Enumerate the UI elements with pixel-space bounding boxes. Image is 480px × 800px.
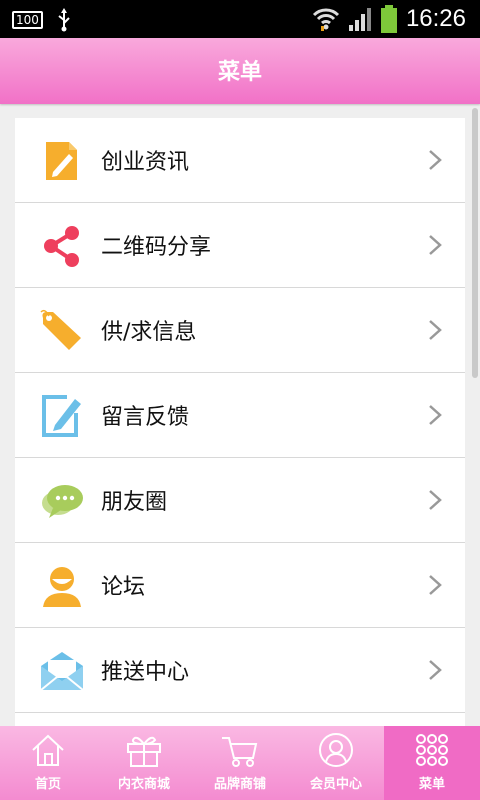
wifi-icon [312,8,339,31]
menu-item-label: 创业资讯 [101,150,190,175]
signal-icon [348,8,371,31]
chevron-right-icon [429,575,442,595]
scrollbar[interactable] [472,108,478,378]
page-title: 菜单 [217,60,262,85]
tab-label: 菜单 [418,777,445,792]
menu-item-feedback[interactable]: 留言反馈 [15,373,465,458]
tab-menu[interactable]: 菜单 [384,726,480,800]
envelope-icon [40,652,84,691]
menu-item-moments[interactable]: 朋友圈 [15,458,465,543]
tab-home[interactable]: 首页 [0,726,96,800]
tab-lingerie-mall[interactable]: 内衣商城 [96,726,192,800]
battery-icon [380,5,397,33]
menu-item-supply-demand[interactable]: 供/求信息 [15,288,465,373]
menu-list: 创业资讯 二维码分享 供/求信息 留言反馈 朋友圈 论坛 推送中心 [15,118,465,738]
menu-item-label: 二维码分享 [101,235,212,260]
cart-icon [222,737,258,767]
tab-brand-shops[interactable]: 品牌商铺 [192,726,288,800]
chat-bubbles-icon [42,485,83,518]
edit-document-icon [46,142,77,180]
tab-label: 品牌商铺 [213,777,266,792]
menu-item-label: 朋友圈 [101,490,168,515]
tab-member-center[interactable]: 会员中心 [288,726,384,800]
chevron-right-icon [429,320,442,340]
feedback-pen-icon [42,395,81,437]
bottom-tab-bar: 首页 内衣商城 品牌商铺 会员中心 菜单 [0,726,480,800]
chevron-right-icon [429,235,442,255]
clock: 16:26 [405,5,466,32]
menu-item-label: 论坛 [101,575,146,600]
chevron-right-icon [429,405,442,425]
menu-item-qr-share[interactable]: 二维码分享 [15,203,465,288]
menu-item-startup-news[interactable]: 创业资讯 [15,118,465,203]
menu-item-push-center[interactable]: 推送中心 [15,628,465,713]
share-icon [44,226,79,267]
title-bar: 菜单 [0,38,480,104]
tab-label: 首页 [34,777,61,792]
menu-item-label: 留言反馈 [101,405,190,430]
home-icon [32,734,64,766]
usb-icon [58,8,70,32]
menu-item-label: 供/求信息 [101,320,197,345]
notification-badge: 100 [12,11,43,29]
tab-label: 会员中心 [309,777,362,792]
chevron-right-icon [429,660,442,680]
tab-label: 内衣商城 [117,777,170,792]
menu-item-label: 推送中心 [101,660,190,685]
gift-icon [127,736,161,767]
chevron-right-icon [429,490,442,510]
chevron-right-icon [429,150,442,170]
person-icon [43,567,81,607]
member-icon [319,733,353,767]
menu-item-forum[interactable]: 论坛 [15,543,465,628]
grid-menu-icon [416,734,448,766]
status-bar: 100 16:26 [0,0,480,38]
sale-tag-icon [40,309,81,350]
